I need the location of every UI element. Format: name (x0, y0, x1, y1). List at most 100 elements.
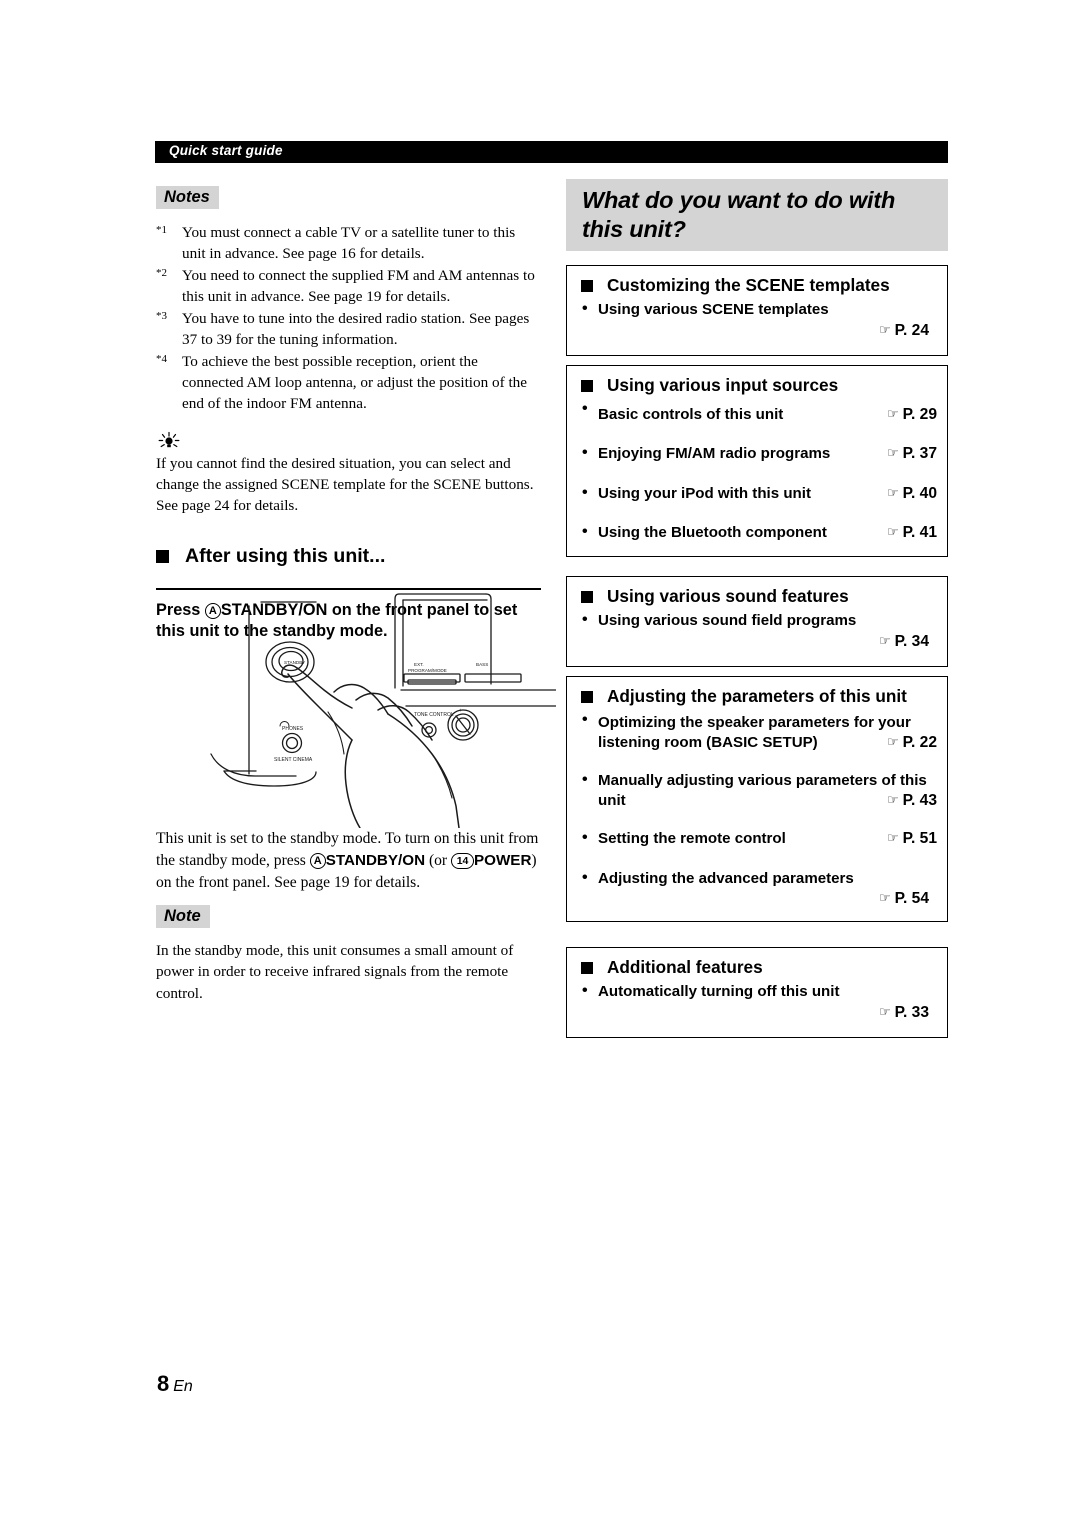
page-number-label: P. 37 (902, 445, 937, 463)
bullet-dot-icon: • (582, 868, 588, 886)
box-padding (567, 652, 947, 666)
category-box-using-various-input-sources: Using various input sources • ☞ P. 29 Bas… (566, 365, 948, 558)
notes-list: *1 You must connect a cable TV or a sate… (156, 223, 541, 415)
note-body-text: In the standby mode, this unit consumes … (156, 942, 514, 1002)
tip-text: If you cannot find the desired situation… (156, 454, 534, 514)
note-marker: *2 (156, 267, 167, 280)
category-box-using-various-sound-features: Using various sound features • Using var… (566, 576, 948, 667)
bullet-dot-icon: • (582, 771, 588, 789)
box-padding (567, 341, 947, 355)
category-item-label: Enjoying FM/AM radio programs (598, 445, 831, 463)
category-item[interactable]: • Adjusting the advanced parameters ☞ P. … (567, 850, 947, 910)
category-item-label: Manually adjusting various parameters of… (598, 772, 927, 809)
box-padding (567, 543, 947, 556)
square-bullet-icon (581, 590, 593, 603)
page-number-label: P. 41 (902, 523, 937, 541)
category-item-label: Using various SCENE templates (598, 301, 829, 318)
square-bullet-icon (156, 549, 169, 563)
category-item[interactable]: • ☞ P. 43 Manually adjusting various para… (567, 752, 947, 810)
page-reference[interactable]: ☞ P. 54 (598, 889, 937, 909)
page-reference[interactable]: ☞ P. 37 (887, 444, 937, 464)
bullet-dot-icon: • (582, 611, 588, 628)
category-heading-label: Additional features (607, 957, 763, 977)
svg-text:SILENT CINEMA: SILENT CINEMA (274, 757, 313, 763)
page-number-label: P. 43 (902, 792, 937, 810)
category-item-label: Optimizing the speaker parameters for yo… (598, 714, 911, 751)
manual-page: Quick start guide Notes *1 You must conn… (0, 0, 1080, 1528)
pointing-hand-icon: ☞ (886, 793, 899, 809)
note-marker: *1 (156, 224, 167, 237)
power-key: POWER (474, 852, 532, 870)
standby-body-paragraph: This unit is set to the standby mode. To… (156, 828, 544, 894)
bullet-dot-icon: • (582, 483, 588, 501)
note-text: You need to connect the supplied FM and … (182, 267, 535, 306)
pointing-hand-icon: ☞ (886, 831, 899, 847)
category-item-label: Using your iPod with this unit (598, 484, 811, 502)
note-item: *4 To achieve the best possible receptio… (156, 352, 541, 415)
category-item[interactable]: • ☞ P. 22 Optimizing the speaker paramete… (567, 707, 947, 752)
page-reference[interactable]: ☞ P. 29 (887, 405, 937, 425)
category-item-label: Basic controls of this unit (598, 406, 784, 423)
category-item[interactable]: • ☞ P. 51 Setting the remote control (567, 810, 947, 849)
page-reference[interactable]: ☞ P. 51 (887, 829, 937, 849)
category-item[interactable]: • Using various SCENE templates ☞ P. 24 (567, 296, 947, 341)
pointing-hand-icon: ☞ (886, 485, 899, 501)
page-number-label: P. 24 (894, 321, 929, 339)
category-item[interactable]: • ☞ P. 41 Using the Bluetooth component (567, 504, 947, 543)
pointing-hand-icon: ☞ (886, 524, 899, 540)
page-reference[interactable]: ☞ P. 40 (887, 484, 937, 504)
page-reference[interactable]: ☞ P. 33 (598, 1003, 937, 1023)
square-bullet-icon (581, 379, 593, 392)
note-text: You have to tune into the desired radio … (182, 310, 530, 348)
page-reference[interactable]: ☞ P. 22 (887, 733, 937, 753)
category-item[interactable]: • Using various sound field programs ☞ P.… (567, 607, 947, 652)
bullet-dot-icon: • (582, 400, 588, 417)
category-box-additional-features: Additional features • Automatically turn… (566, 947, 948, 1038)
page-number-label: P. 29 (902, 406, 937, 423)
category-heading-label: Customizing the SCENE templates (607, 275, 890, 295)
square-bullet-icon (581, 279, 593, 292)
page-number-label: P. 33 (894, 1003, 929, 1021)
tip-lightbulb-icon (156, 431, 186, 450)
page-reference[interactable]: ☞ P. 43 (887, 791, 937, 811)
left-column: Notes *1 You must connect a cable TV or … (156, 186, 541, 643)
pointing-hand-icon: ☞ (886, 446, 899, 462)
running-header-label: Quick start guide (169, 143, 283, 158)
bullet-dot-icon: • (582, 829, 588, 847)
page-number-label: P. 54 (894, 890, 929, 908)
category-heading-label: Adjusting the parameters of this unit (607, 686, 907, 706)
svg-text:PHONES: PHONES (282, 726, 304, 732)
box-padding (567, 1023, 947, 1037)
category-item[interactable]: • ☞ P. 40 Using your iPod with this unit (567, 465, 947, 504)
note-marker: *4 (156, 353, 167, 366)
section-heading-label: After using this unit... (185, 544, 386, 567)
category-box-adjusting-parameters: Adjusting the parameters of this unit • … (566, 676, 948, 922)
category-heading-label: Using various sound features (607, 586, 849, 606)
badge-a-icon: A (309, 853, 326, 870)
page-number-label: P. 40 (902, 484, 937, 502)
note-item: *1 You must connect a cable TV or a sate… (156, 223, 541, 265)
page-reference[interactable]: ☞ P. 34 (598, 632, 937, 652)
section-title: What do you want to do with this unit? (582, 187, 896, 242)
category-item-label: Adjusting the advanced parameters (598, 869, 854, 887)
category-item[interactable]: • ☞ P. 37 Enjoying FM/AM radio programs (567, 425, 947, 464)
page-number: 8 (157, 1371, 170, 1396)
note-tag-wrapper: Note (156, 905, 210, 929)
page-reference[interactable]: ☞ P. 24 (598, 321, 937, 341)
note-item: *2 You need to connect the supplied FM a… (156, 266, 541, 308)
category-item[interactable]: • Automatically turning off this unit ☞ P… (567, 978, 947, 1023)
paragraph-part-2: (or (425, 852, 452, 870)
note-marker: *3 (156, 310, 167, 323)
category-heading-label: Using various input sources (607, 375, 839, 395)
category-item-label: Using various sound field programs (598, 612, 857, 629)
section-title-box: What do you want to do with this unit? (566, 179, 948, 251)
bullet-dot-icon: • (582, 300, 588, 317)
category-item[interactable]: • ☞ P. 29 Basic controls of this unit (567, 396, 947, 425)
svg-text:TONE CONTROL: TONE CONTROL (414, 712, 454, 718)
badge-14-icon: 14 (451, 853, 475, 870)
notes-tag: Notes (156, 186, 219, 210)
page-reference[interactable]: ☞ P. 41 (887, 523, 937, 543)
pointing-hand-icon: ☞ (878, 322, 891, 338)
front-panel-illustration: STANDBY PHONES SILENT CINEMA EXT. PROGRA… (156, 588, 557, 829)
note-item: *3 You have to tune into the desired rad… (156, 309, 541, 351)
